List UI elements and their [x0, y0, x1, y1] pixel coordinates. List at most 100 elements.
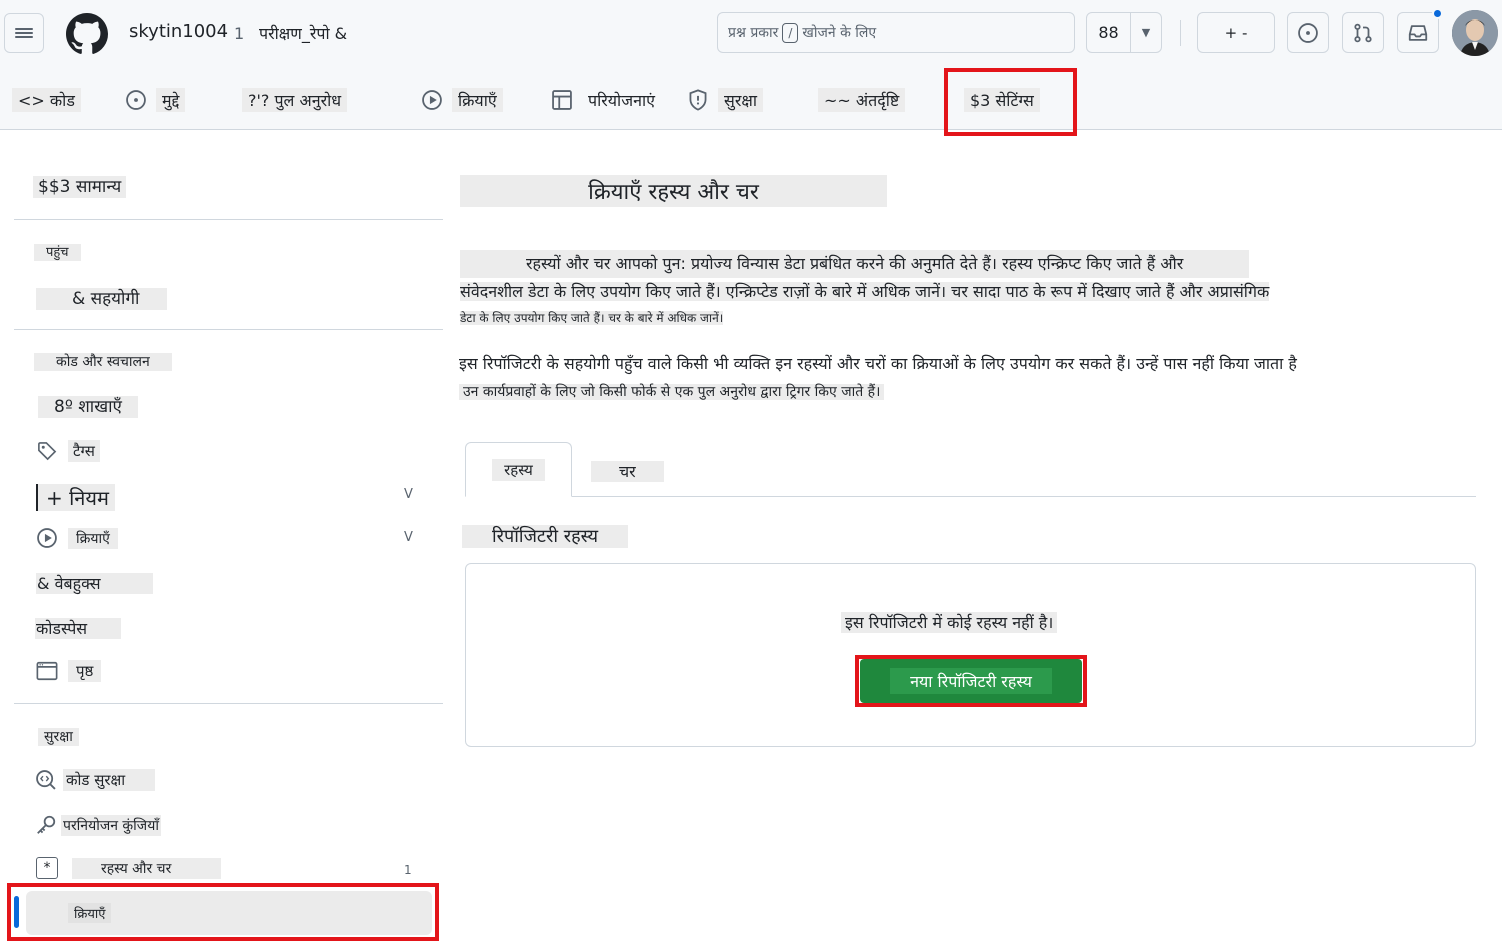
sidebar-item-collaborators-label: & सहयोगी [36, 288, 168, 310]
sidebar-heading-security-label: सुरक्षा [38, 728, 79, 746]
repo-link[interactable]: परीक्षण_रेपो & [259, 22, 347, 44]
sidebar-item-code-security[interactable]: कोड सुरक्षा [35, 769, 156, 791]
create-new-button[interactable]: + - [1197, 12, 1275, 53]
sidebar-item-actions-label: क्रियाएँ [68, 527, 118, 549]
repo-header: skytin1004 1 परीक्षण_रेपो & प्रश्न प्रका… [0, 0, 1502, 136]
sidebar-item-codespaces-label: कोडस्पेस [35, 618, 122, 639]
page-title: क्रियाएँ रहस्य और चर [460, 175, 887, 207]
sidebar-item-code-security-label: कोड सुरक्षा [63, 769, 156, 791]
breadcrumb-separator: 1 [234, 24, 245, 43]
copilot-icon[interactable]: 88 [1087, 13, 1131, 52]
copilot-button[interactable]: 88 ▼ [1086, 12, 1162, 53]
new-repository-secret-button[interactable]: नया रिपॉजिटरी रहस्य [860, 659, 1082, 703]
sidebar-item-tags[interactable]: टैग्स [36, 440, 100, 462]
menu-icon[interactable] [4, 13, 44, 53]
new-repository-secret-label: नया रिपॉजिटरी रहस्य [890, 668, 1052, 694]
tab-secrets[interactable]: रहस्य [465, 442, 572, 497]
issues-icon[interactable] [1287, 12, 1329, 53]
tab-pull-requests[interactable]: ?'? पुल अनुरोध [242, 86, 348, 114]
sidebar-item-rules-label: + नियम [36, 484, 115, 511]
tab-projects-label: परियोजनाएं [588, 91, 655, 110]
tab-secrets-label: रहस्य [492, 458, 545, 481]
sidebar-item-secrets-actions-label: क्रियाएँ [68, 903, 112, 923]
issue-icon [124, 88, 148, 112]
sidebar-item-secrets-actions[interactable]: क्रियाएँ [26, 891, 432, 935]
access-line-2: उन कार्यप्रवाहों के लिए जो किसी फोर्क से… [459, 384, 885, 400]
description-line-3: डेटा के लिए उपयोग किए जाते हैं। चर के बा… [460, 311, 724, 325]
tab-code-label: <> कोड [12, 88, 81, 112]
sidebar-item-codespaces[interactable]: कोडस्पेस [35, 617, 122, 639]
description-line-1: रहस्यों और चर आपको पुन: प्रयोज्य विन्यास… [460, 250, 1250, 278]
search-prefix: प्रश्न प्रकार [728, 25, 779, 41]
tab-projects[interactable]: परियोजनाएं [550, 86, 661, 114]
empty-state-text: इस रिपॉजिटरी में कोई रहस्य नहीं है। [841, 611, 1058, 633]
empty-state-label: इस रिपॉजिटरी में कोई रहस्य नहीं है। [841, 612, 1058, 633]
tab-variables-label: चर [591, 461, 664, 482]
sidebar-item-deploy-keys[interactable]: परनियोजन कुंजियाँ [35, 814, 161, 836]
sidebar-item-pages-label: पृष्ठ [68, 660, 102, 682]
sidebar-item-webhooks[interactable]: & वेबहुक्स [36, 572, 153, 594]
sidebar-item-branches-label: 8º शाखाएँ [38, 396, 138, 418]
sidebar-item-branches[interactable]: 8º शाखाएँ [38, 394, 138, 418]
section-title: रिपॉजिटरी रहस्य [462, 524, 629, 548]
sidebar-heading-code: कोड और स्वचालन [34, 352, 172, 371]
inbox-icon[interactable] [1397, 12, 1439, 53]
sidebar-heading-security: सुरक्षा [38, 727, 79, 746]
slash-key: / [782, 22, 799, 43]
chevron-down-icon[interactable]: V [404, 487, 413, 502]
description-line-2: संवेदनशील डेटा के लिए उपयोग किए जाते हैं… [460, 282, 1270, 301]
play-icon [36, 527, 58, 549]
tab-variables[interactable]: चर [591, 460, 664, 482]
sidebar-item-secrets-variables-label: रहस्य और चर [72, 857, 222, 879]
section-title-label: रिपॉजिटरी रहस्य [462, 525, 629, 548]
github-logo-icon[interactable] [66, 13, 108, 55]
notification-dot [1432, 8, 1443, 19]
tab-actions[interactable]: क्रियाएँ [420, 86, 503, 114]
sidebar-divider [14, 219, 443, 220]
play-icon [420, 88, 444, 112]
secrets-count: 1 [404, 863, 412, 877]
search-input[interactable]: प्रश्न प्रकार / खोजने के लिए [717, 12, 1075, 53]
tab-settings[interactable]: $3 सेटिंग्स [964, 86, 1040, 114]
key-icon [35, 814, 57, 836]
shield-icon [686, 88, 710, 112]
tab-code[interactable]: <> कोड [12, 86, 81, 114]
sidebar-item-secrets-variables[interactable]: * रहस्य और चर [36, 857, 222, 879]
tab-insights-label: ~~ अंतर्दृष्टि [818, 88, 906, 112]
chevron-down-icon[interactable]: V [404, 530, 413, 545]
divider [1180, 20, 1181, 46]
sidebar-heading-access: पहुंच [34, 242, 81, 261]
table-icon [550, 88, 574, 112]
chevron-down-icon[interactable]: ▼ [1131, 26, 1161, 39]
sidebar-divider [14, 703, 443, 704]
tab-insights[interactable]: ~~ अंतर्दृष्टि [818, 86, 906, 114]
sidebar-item-general[interactable]: $$3 सामान्य [33, 174, 127, 198]
tab-security-label: सुरक्षा [718, 88, 763, 112]
sidebar-heading-code-label: कोड और स्वचालन [34, 353, 172, 371]
access-line-1: इस रिपॉजिटरी के सहयोगी पहुँच वाले किसी भ… [459, 354, 1297, 373]
secrets-tabs: रहस्य चर [465, 442, 1476, 497]
tab-pull-requests-label: ?'? पुल अनुरोध [242, 88, 348, 112]
description-paragraph: रहस्यों और चर आपको पुन: प्रयोज्य विन्यास… [460, 250, 1460, 330]
sidebar-item-deploy-keys-label: परनियोजन कुंजियाँ [61, 814, 161, 836]
asterisk-icon: * [36, 857, 58, 879]
sidebar-item-pages[interactable]: पृष्ठ [36, 660, 102, 682]
sidebar-item-tags-label: टैग्स [68, 440, 100, 462]
code-scan-icon [35, 769, 57, 791]
sidebar-item-general-label: $$3 सामान्य [33, 176, 127, 198]
sidebar-divider [14, 329, 443, 330]
owner-link[interactable]: skytin1004 [129, 21, 228, 42]
sidebar-item-collaborators[interactable]: & सहयोगी [36, 286, 168, 310]
tab-issues[interactable]: मुद्दे [124, 86, 186, 114]
tab-settings-label: $3 सेटिंग्स [964, 88, 1040, 112]
sidebar-item-webhooks-label: & वेबहुक्स [36, 573, 153, 594]
pull-requests-icon[interactable] [1342, 12, 1384, 53]
search-suffix: खोजने के लिए [802, 25, 877, 41]
sidebar-heading-access-label: पहुंच [34, 244, 81, 261]
tab-security[interactable]: सुरक्षा [686, 86, 763, 114]
active-indicator [14, 896, 19, 928]
sidebar-item-rules[interactable]: + नियम [36, 484, 115, 511]
browser-icon [36, 660, 58, 682]
sidebar-item-actions[interactable]: क्रियाएँ [36, 527, 118, 549]
avatar[interactable] [1452, 10, 1498, 56]
